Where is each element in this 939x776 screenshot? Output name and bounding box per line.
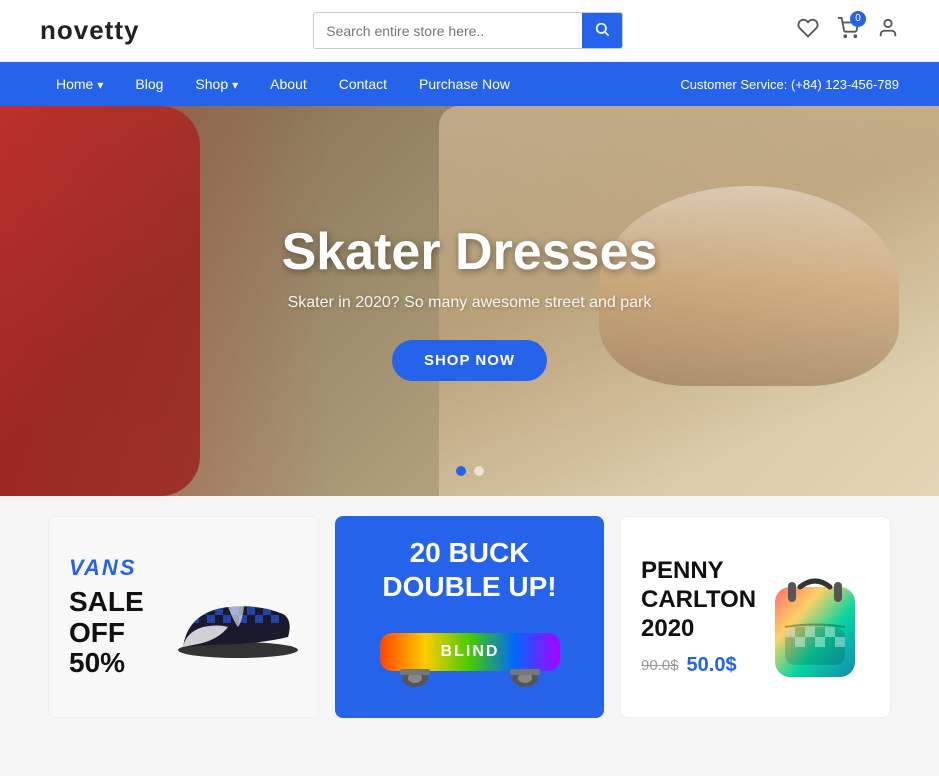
hero-red-bag xyxy=(0,106,200,496)
search-icon xyxy=(594,21,610,37)
hero-dot-1[interactable] xyxy=(456,466,466,476)
vans-sale-text: SALE OFF 50% xyxy=(69,587,144,679)
new-price: 50.0$ xyxy=(687,654,737,677)
search-input[interactable] xyxy=(314,15,582,47)
cart-icon[interactable]: 0 xyxy=(837,17,859,45)
account-icon[interactable] xyxy=(877,17,899,45)
hero-content: Skater Dresses Skater in 2020? So many a… xyxy=(282,222,658,381)
buck-title: 20 BUCK DOUBLE UP! xyxy=(382,536,556,603)
home-chevron-icon xyxy=(97,76,103,92)
nav-item-about[interactable]: About xyxy=(254,62,323,106)
vans-brand-label: VANS xyxy=(69,555,144,581)
main-nav: Home Blog Shop About Contact Purchase No… xyxy=(0,62,939,106)
svg-text:BLIND: BLIND xyxy=(440,643,499,660)
promo-cards-section: VANS SALE OFF 50% xyxy=(0,496,939,738)
wishlist-icon[interactable] xyxy=(797,17,819,45)
nav-item-purchase[interactable]: Purchase Now xyxy=(403,62,526,106)
hero-shop-now-button[interactable]: SHOP NOW xyxy=(392,340,547,381)
vans-text: VANS SALE OFF 50% xyxy=(69,555,144,679)
twenty-buck-card[interactable]: 20 BUCK DOUBLE UP! BLIND xyxy=(335,516,604,718)
search-button[interactable] xyxy=(582,13,622,48)
hero-dot-2[interactable] xyxy=(474,466,484,476)
vans-card[interactable]: VANS SALE OFF 50% xyxy=(48,516,319,718)
hero-subtitle: Skater in 2020? So many awesome street a… xyxy=(282,294,658,312)
nav-item-contact[interactable]: Contact xyxy=(323,62,403,106)
cart-badge: 0 xyxy=(850,11,866,27)
shop-chevron-icon xyxy=(232,76,238,92)
vans-shoe-image xyxy=(168,572,298,662)
old-price: 90.0$ xyxy=(641,657,679,674)
penny-carlton-card[interactable]: PENNY CARLTON 2020 90.0$ 50.0$ xyxy=(620,516,891,718)
penny-price: 90.0$ 50.0$ xyxy=(641,654,756,677)
backpack-image xyxy=(760,557,870,677)
nav-item-blog[interactable]: Blog xyxy=(119,62,179,106)
penny-text: PENNY CARLTON 2020 90.0$ 50.0$ xyxy=(641,557,756,676)
nav-item-shop[interactable]: Shop xyxy=(179,62,254,106)
search-bar xyxy=(313,12,623,49)
penny-title: PENNY CARLTON 2020 xyxy=(641,557,756,643)
header-icons: 0 xyxy=(797,17,899,45)
hero-dots xyxy=(456,466,484,476)
hero-title: Skater Dresses xyxy=(282,222,658,282)
site-logo[interactable]: novetty xyxy=(40,15,139,46)
header: novetty 0 xyxy=(0,0,939,62)
customer-service: Customer Service: (+84) 123-456-789 xyxy=(680,77,899,92)
skateboard-image: BLIND xyxy=(370,623,570,698)
hero-section: Skater Dresses Skater in 2020? So many a… xyxy=(0,106,939,496)
nav-left: Home Blog Shop About Contact Purchase No… xyxy=(40,62,526,106)
nav-item-home[interactable]: Home xyxy=(40,62,119,106)
